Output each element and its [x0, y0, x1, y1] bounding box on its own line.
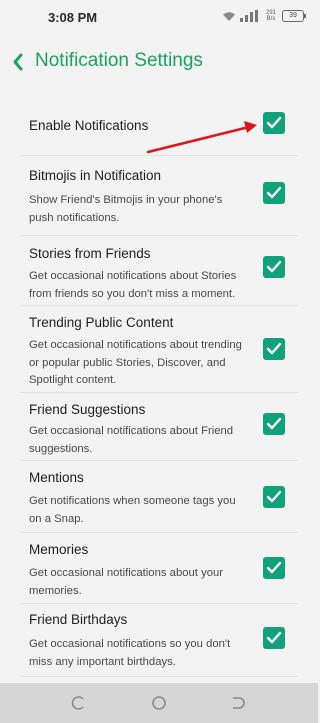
setting-row-bitmojis[interactable]: Bitmojis in Notification Show Friend's B… [0, 156, 318, 236]
divider [20, 676, 298, 677]
stories-checkbox[interactable] [263, 256, 285, 278]
setting-title: Memories [29, 542, 89, 557]
setting-title: Friend Suggestions [29, 402, 146, 417]
setting-title: Bitmojis in Notification [29, 168, 162, 183]
recent-apps-icon[interactable] [71, 695, 87, 711]
setting-title: Stories from Friends [29, 246, 151, 261]
checkmark-icon [266, 417, 282, 430]
mentions-checkbox[interactable] [263, 486, 285, 508]
checkmark-icon [266, 561, 282, 574]
setting-description: Get occasional notifications about trend… [29, 339, 242, 386]
checkmark-icon [266, 342, 282, 355]
memories-checkbox[interactable] [263, 557, 285, 579]
setting-description: Get occasional notifications about Stori… [29, 270, 237, 300]
checkmark-icon [266, 116, 282, 129]
back-icon[interactable] [230, 695, 246, 711]
bitmojis-checkbox[interactable] [263, 182, 285, 204]
status-icons: 291 B/s 39 [222, 9, 306, 23]
page-title: Notification Settings [35, 50, 203, 71]
navigation-bar [0, 683, 318, 723]
signal-icon [240, 10, 258, 22]
setting-row-mentions[interactable]: Mentions Get notifications when someone … [0, 461, 318, 533]
setting-description: Get occasional notifications so you don'… [29, 638, 231, 668]
network-speed: 291 B/s [265, 10, 276, 22]
home-icon[interactable] [151, 695, 167, 711]
setting-description: Get notifications when someone tags you … [29, 495, 236, 525]
setting-description: Show Friend's Bitmojis in your phone's p… [29, 194, 223, 224]
setting-row-stories[interactable]: Stories from Friends Get occasional noti… [0, 236, 318, 306]
setting-row-birthdays[interactable]: Friend Birthdays Get occasional notifica… [0, 604, 318, 677]
birthdays-checkbox[interactable] [263, 627, 285, 649]
setting-description: Get occasional notifications about Frien… [29, 425, 234, 455]
enable-notifications-checkbox[interactable] [263, 112, 285, 134]
battery-icon: 39 [282, 10, 306, 22]
setting-row-trending[interactable]: Trending Public Content Get occasional n… [0, 306, 318, 393]
setting-title: Enable Notifications [29, 118, 149, 133]
status-bar: 3:08 PM 291 B/s 39 [0, 0, 318, 34]
checkmark-icon [266, 631, 282, 644]
chevron-left-icon[interactable] [10, 51, 26, 73]
setting-title: Mentions [29, 470, 84, 485]
setting-title: Friend Birthdays [29, 612, 128, 627]
setting-row-friend-suggestions[interactable]: Friend Suggestions Get occasional notifi… [0, 393, 318, 461]
red-arrow-icon [146, 121, 257, 154]
friend-suggestions-checkbox[interactable] [263, 413, 285, 435]
wifi-icon [223, 11, 235, 21]
setting-row-memories[interactable]: Memories Get occasional notifications ab… [0, 533, 318, 604]
setting-description: Get occasional notifications about your … [29, 567, 224, 597]
header: Notification Settings [0, 34, 318, 90]
checkmark-icon [266, 260, 282, 273]
trending-checkbox[interactable] [263, 338, 285, 360]
settings-list: Enable Notifications Bitmojis in Notific… [0, 90, 318, 677]
setting-title: Trending Public Content [29, 315, 174, 330]
checkmark-icon [266, 186, 282, 199]
status-time: 3:08 PM [48, 10, 98, 25]
checkmark-icon [266, 490, 282, 503]
